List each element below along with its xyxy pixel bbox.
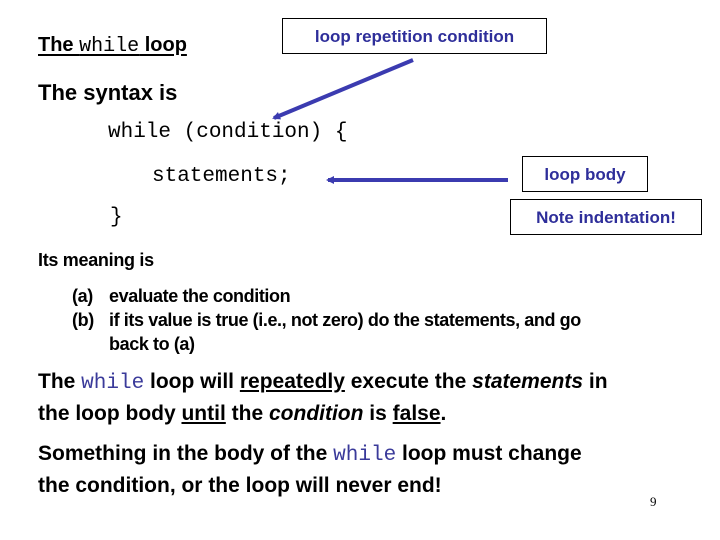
p1-keyword-while: while xyxy=(81,372,145,395)
p1-text: execute the xyxy=(344,370,473,393)
step-b-text: if its value is true (i.e., not zero) do… xyxy=(109,310,581,330)
p1-text: is xyxy=(363,402,393,425)
page-number: 9 xyxy=(650,494,657,509)
p2-keyword-while: while xyxy=(333,444,397,467)
paragraph1-line2: the loop body until the condition is fal… xyxy=(38,402,446,426)
p1-text: the xyxy=(225,402,269,425)
p1-underline-repeatedly: repeatedly xyxy=(239,370,345,393)
paragraph1-line1: The while loop will repeatedly execute t… xyxy=(38,370,608,395)
p2-text: loop must change xyxy=(396,442,582,465)
step-b-label: (b) xyxy=(72,310,94,330)
p1-underline-false: false xyxy=(392,402,441,425)
p1-italic-condition: condition xyxy=(268,402,364,425)
p1-text: the loop body xyxy=(38,402,182,425)
code-line-while: while (condition) { xyxy=(108,121,348,144)
meaning-step-b-continuation: back to (a) xyxy=(109,334,195,354)
meaning-intro: Its meaning is xyxy=(38,250,154,270)
paragraph2-line1: Something in the body of the while loop … xyxy=(38,442,582,467)
step-a-label: (a) xyxy=(72,286,93,306)
p1-text: . xyxy=(440,402,447,425)
paragraph2-line2: the condition, or the loop will never en… xyxy=(38,474,442,497)
p1-underline-until: until xyxy=(181,402,226,425)
code-line-statements: statements; xyxy=(152,165,291,188)
meaning-step-b: (b) if its value is true (i.e., not zero)… xyxy=(72,310,581,331)
code-line-close-brace: } xyxy=(110,206,123,229)
p2-text: Something in the body of the xyxy=(38,442,334,465)
condition-arrow xyxy=(272,58,414,120)
p1-text: The xyxy=(38,370,82,393)
p1-text: loop will xyxy=(144,370,240,393)
p1-italic-statements: statements xyxy=(472,370,584,393)
meaning-step-a: (a) evaluate the condition xyxy=(72,286,291,307)
syntax-intro: The syntax is xyxy=(38,80,178,105)
step-a-text: evaluate the condition xyxy=(109,286,291,306)
p1-text: in xyxy=(583,370,608,393)
